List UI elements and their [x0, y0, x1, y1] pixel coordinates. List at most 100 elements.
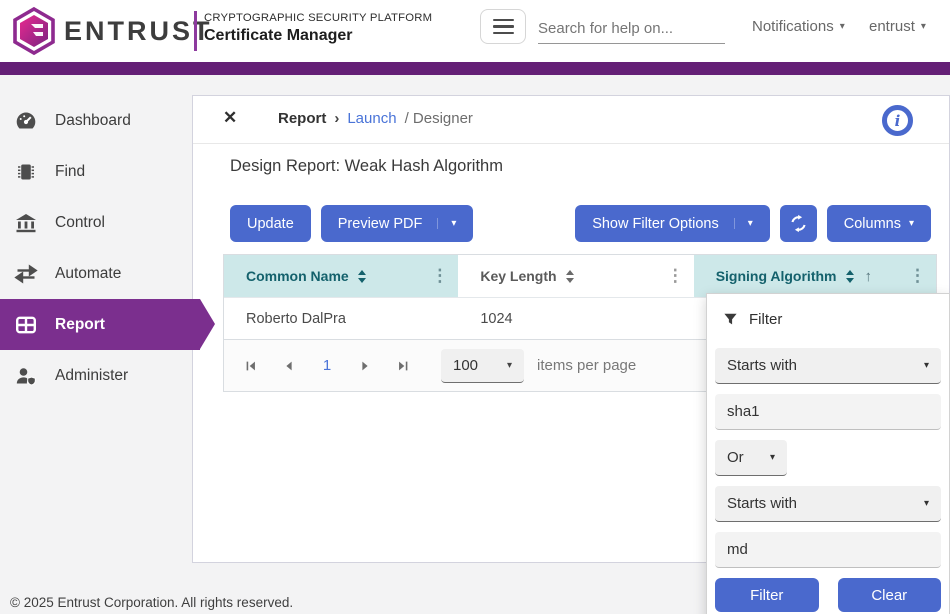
help-search	[538, 13, 725, 44]
page-size-value: 100	[453, 357, 478, 374]
entrust-logo-icon	[9, 6, 59, 56]
column-filter-popup: Filter Starts with ▾ Or ▾ Starts with ▾ …	[706, 293, 950, 614]
filter-operator-1-select[interactable]: Starts with ▾	[715, 348, 941, 384]
update-button[interactable]: Update	[230, 205, 311, 242]
breadcrumb-bar: ✕ Report › Launch / Designer i	[193, 96, 949, 144]
filter-popup-header: Filter	[723, 308, 933, 330]
columns-button-label: Columns	[844, 216, 901, 232]
funnel-icon	[723, 312, 738, 327]
sidebar-item-report[interactable]: Report	[0, 299, 200, 350]
filter-operator-1-value: Starts with	[727, 357, 797, 374]
table-icon	[14, 313, 38, 337]
last-page-button[interactable]	[391, 354, 415, 378]
page-size-select[interactable]: 100 ▾	[441, 349, 524, 383]
sidebar-nav: Dashboard Find Control Automate Report	[0, 75, 200, 614]
caret-down-icon[interactable]: ▾	[437, 218, 456, 229]
sidebar-item-dashboard[interactable]: Dashboard	[0, 95, 200, 146]
column-header-common-name[interactable]: Common Name ⋮	[224, 255, 458, 297]
first-page-button[interactable]	[239, 354, 263, 378]
caret-down-icon[interactable]: ▾	[734, 218, 753, 229]
sidebar-item-label: Control	[55, 214, 105, 232]
brand-divider	[194, 11, 197, 51]
sort-icon[interactable]	[357, 270, 367, 283]
notifications-label: Notifications	[752, 18, 834, 35]
column-header-signing-algorithm[interactable]: Signing Algorithm ↑ ⋮	[694, 255, 936, 297]
hamburger-menu-button[interactable]	[480, 9, 526, 44]
caret-down-icon: ▾	[507, 360, 512, 371]
first-page-icon	[244, 359, 258, 373]
column-label: Signing Algorithm	[716, 268, 837, 284]
sidebar-item-label: Find	[55, 163, 85, 181]
sidebar-item-control[interactable]: Control	[0, 197, 200, 248]
column-menu-icon[interactable]: ⋮	[431, 266, 448, 286]
table-header-row: Common Name ⋮ Key Length ⋮ Signing Algor…	[224, 255, 936, 297]
page-title: Design Report: Weak Hash Algorithm	[230, 157, 503, 176]
breadcrumb-current: / Designer	[405, 110, 473, 127]
caret-down-icon: ▾	[909, 218, 914, 229]
sidebar-item-label: Administer	[55, 367, 128, 385]
filter-value-1-input[interactable]	[715, 394, 941, 430]
transfer-arrows-icon	[14, 262, 38, 286]
platform-name: CRYPTOGRAPHIC SECURITY PLATFORM	[204, 12, 432, 24]
filter-operator-2-select[interactable]: Starts with ▾	[715, 486, 941, 522]
certificate-manager-app: ENTRUST CRYPTOGRAPHIC SECURITY PLATFORM …	[0, 0, 950, 614]
chevron-right-icon: ›	[334, 110, 339, 127]
preview-pdf-button[interactable]: Preview PDF▾	[321, 205, 474, 242]
user-shield-icon	[14, 364, 38, 388]
sidebar-item-label: Report	[55, 316, 105, 334]
sidebar-item-find[interactable]: Find	[0, 146, 200, 197]
clear-filter-button[interactable]: Clear	[838, 578, 942, 612]
next-page-button[interactable]	[353, 354, 377, 378]
sort-icon[interactable]	[845, 270, 855, 283]
filter-logic-select[interactable]: Or ▾	[715, 440, 787, 476]
user-menu[interactable]: entrust ▾	[869, 18, 926, 35]
caret-down-icon: ▾	[840, 21, 845, 32]
sidebar-item-label: Automate	[55, 265, 121, 283]
caret-down-icon: ▾	[921, 21, 926, 32]
gauge-icon	[14, 109, 38, 133]
sort-icon[interactable]	[565, 270, 575, 283]
previous-page-icon	[282, 359, 296, 373]
show-filter-options-button[interactable]: Show Filter Options▾	[575, 205, 770, 242]
sort-asc-arrow-icon: ↑	[865, 268, 873, 285]
caret-down-icon: ▾	[924, 360, 929, 371]
column-header-key-length[interactable]: Key Length ⋮	[458, 255, 693, 297]
refresh-button[interactable]	[780, 205, 817, 242]
bank-icon	[14, 211, 38, 235]
page-number-current[interactable]: 1	[315, 357, 339, 374]
help-search-input[interactable]	[538, 13, 725, 44]
close-icon[interactable]: ✕	[223, 108, 237, 128]
previous-page-button[interactable]	[277, 354, 301, 378]
notifications-menu[interactable]: Notifications ▾	[752, 18, 845, 35]
breadcrumb-link-launch[interactable]: Launch	[347, 110, 396, 127]
cell-key-length: 1024	[458, 311, 693, 327]
sidebar-item-administer[interactable]: Administer	[0, 350, 200, 401]
sidebar-item-label: Dashboard	[55, 112, 131, 130]
sidebar-item-automate[interactable]: Automate	[0, 248, 200, 299]
chip-icon	[14, 160, 38, 184]
items-per-page-label: items per page	[537, 357, 636, 374]
top-header: ENTRUST CRYPTOGRAPHIC SECURITY PLATFORM …	[0, 0, 950, 62]
last-page-icon	[396, 359, 410, 373]
columns-button[interactable]: Columns ▾	[827, 205, 931, 242]
column-menu-icon[interactable]: ⋮	[909, 266, 926, 286]
filter-value-2-input[interactable]	[715, 532, 941, 568]
cell-common-name: Roberto DalPra	[224, 311, 458, 327]
next-page-icon	[358, 359, 372, 373]
update-button-label: Update	[247, 216, 294, 232]
caret-down-icon: ▾	[770, 452, 775, 463]
breadcrumb-root[interactable]: Report	[278, 110, 326, 127]
apply-filter-button[interactable]: Filter	[715, 578, 819, 612]
product-name: Certificate Manager	[204, 27, 353, 45]
info-icon[interactable]: i	[882, 105, 913, 136]
column-label: Common Name	[246, 268, 349, 284]
column-menu-icon[interactable]: ⋮	[667, 266, 684, 286]
column-label: Key Length	[480, 268, 556, 284]
user-menu-label: entrust	[869, 18, 915, 35]
refresh-icon	[789, 214, 808, 233]
caret-down-icon: ▾	[924, 498, 929, 509]
filter-popup-actions: Filter Clear	[715, 578, 941, 612]
brand-wordmark: ENTRUST	[64, 16, 213, 47]
filter-operator-2-value: Starts with	[727, 495, 797, 512]
clear-filter-label: Clear	[871, 587, 907, 604]
